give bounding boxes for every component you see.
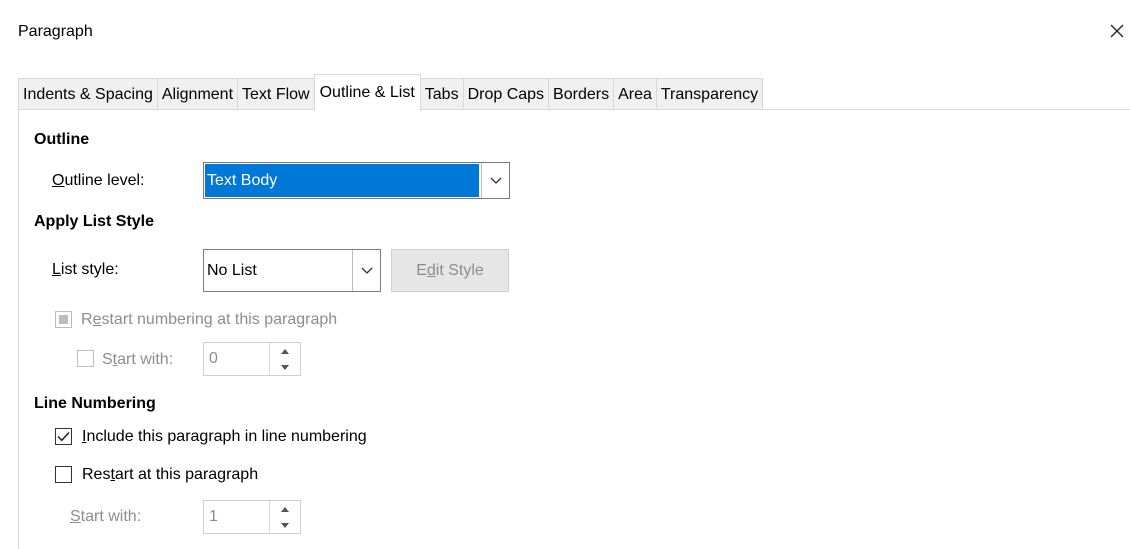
list-style-label-accel: L — [52, 261, 61, 278]
include-line-numbering-label-text: nclude this paragraph in line numbering — [86, 428, 367, 445]
line-start-with-spinner[interactable]: 1 — [203, 500, 301, 534]
outline-section-title: Outline — [34, 131, 90, 148]
tab-bar: Indents & Spacing Alignment Text Flow Ou… — [18, 73, 764, 111]
restart-numbering-checkbox[interactable] — [55, 311, 72, 328]
restart-at-paragraph-checkbox[interactable] — [55, 466, 72, 483]
tab-outline-list[interactable]: Outline & List — [313, 74, 421, 111]
line-start-with-label-accel: S — [70, 508, 81, 525]
caret-up-icon — [281, 348, 289, 354]
edit-style-label-accel: d — [426, 261, 436, 279]
tab-transparency[interactable]: Transparency — [655, 78, 764, 110]
tab-tabs[interactable]: Tabs — [419, 78, 464, 110]
tab-area[interactable]: Area — [613, 78, 657, 110]
caret-down-icon — [281, 522, 289, 528]
list-start-with-spinner[interactable]: 0 — [203, 342, 301, 376]
spinner-up-button[interactable] — [270, 343, 300, 359]
list-style-dropdown-button[interactable] — [352, 250, 380, 291]
restart-at-paragraph-label-pre: Res — [82, 466, 111, 483]
list-style-value: No List — [207, 261, 257, 279]
line-start-with-label-text: tart with: — [80, 508, 142, 525]
spinner-down-button[interactable] — [270, 517, 300, 533]
outline-level-label-accel: O — [52, 172, 65, 189]
dialog-title: Paragraph — [18, 23, 93, 40]
spinner-down-button[interactable] — [270, 359, 300, 375]
chevron-down-icon — [361, 267, 372, 274]
restart-numbering-label: Restart numbering at this paragraph — [81, 311, 337, 329]
include-line-numbering-checkbox[interactable] — [55, 428, 72, 445]
edit-style-label-post: it Style — [435, 261, 484, 279]
restart-numbering-label-post: start numbering at this paragraph — [101, 311, 338, 328]
list-style-dropdown[interactable]: No List — [203, 249, 381, 292]
line-start-with-label: Start with: — [70, 508, 141, 526]
chevron-down-icon — [490, 177, 501, 184]
list-start-with-checkbox[interactable] — [77, 350, 94, 367]
list-start-with-label: Start with: — [102, 351, 173, 369]
tab-text-flow[interactable]: Text Flow — [237, 78, 315, 110]
list-start-with-label-pre: S — [102, 351, 113, 368]
tab-borders[interactable]: Borders — [548, 78, 615, 110]
line-numbering-section-title: Line Numbering — [34, 395, 156, 412]
list-start-with-label-post: art with: — [117, 351, 174, 368]
restart-at-paragraph-label-post: art at this paragraph — [114, 466, 259, 483]
list-style-label: List style: — [52, 261, 119, 279]
outline-level-label: Outline level: — [52, 172, 145, 190]
outline-level-label-text: utline level: — [64, 172, 145, 189]
spinner-up-button[interactable] — [270, 501, 300, 517]
tab-alignment[interactable]: Alignment — [156, 78, 239, 110]
restart-at-paragraph-label: Restart at this paragraph — [82, 466, 258, 484]
tab-indents-spacing[interactable]: Indents & Spacing — [18, 78, 158, 110]
list-style-label-text: ist style: — [60, 261, 119, 278]
checkmark-icon — [57, 431, 70, 442]
include-line-numbering-label: Include this paragraph in line numbering — [82, 428, 367, 446]
list-style-section-title: Apply List Style — [34, 213, 155, 230]
close-icon — [1110, 24, 1124, 38]
outline-level-value: Text Body — [205, 164, 479, 197]
edit-style-button[interactable]: Ed it Style — [391, 249, 509, 292]
edit-style-label-pre: E — [416, 261, 427, 279]
caret-up-icon — [281, 506, 289, 512]
outline-level-dropdown[interactable]: Text Body — [203, 162, 510, 199]
line-start-with-value: 1 — [209, 508, 218, 525]
list-start-with-value: 0 — [209, 350, 218, 367]
caret-down-icon — [281, 364, 289, 370]
close-button[interactable] — [1104, 16, 1130, 46]
tab-drop-caps[interactable]: Drop Caps — [462, 78, 550, 110]
outline-level-dropdown-button[interactable] — [481, 163, 509, 198]
restart-numbering-label-pre: R — [81, 311, 93, 328]
